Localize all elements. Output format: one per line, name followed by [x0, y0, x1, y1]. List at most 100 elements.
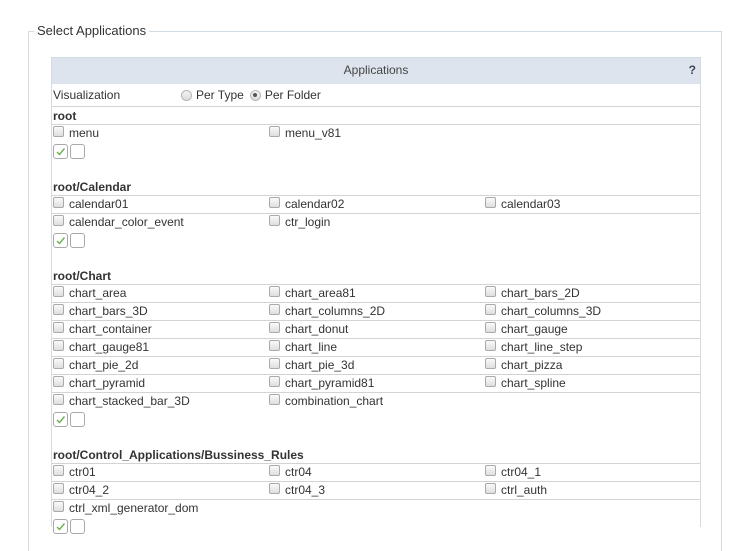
app-checkbox[interactable] — [485, 340, 496, 351]
app-item-chart-gauge[interactable]: chart_gauge — [484, 321, 700, 338]
app-item-ctr04[interactable]: ctr04 — [268, 464, 484, 481]
app-item-chart-area[interactable]: chart_area — [52, 285, 268, 302]
per-type-radio[interactable] — [181, 89, 192, 101]
group-root: root menu menu_v81 — [52, 107, 700, 160]
per-folder-radio[interactable] — [249, 89, 261, 101]
app-row: chart_bars_3D chart_columns_2D chart_colum… — [52, 303, 700, 321]
app-checkbox[interactable] — [485, 465, 496, 476]
app-item-chart-bars-3d[interactable]: chart_bars_3D — [52, 303, 268, 320]
check-all-button[interactable] — [53, 143, 68, 159]
app-item-calendar03[interactable]: calendar03 — [484, 196, 700, 213]
app-item-chart-pie-2d[interactable]: chart_pie_2d — [52, 357, 268, 374]
app-item-chart-columns-2d[interactable]: chart_columns_2D — [268, 303, 484, 320]
app-label: chart_spline — [501, 376, 566, 390]
app-checkbox[interactable] — [53, 304, 64, 315]
app-checkbox[interactable] — [269, 376, 280, 387]
app-checkbox[interactable] — [269, 304, 280, 315]
app-checkbox[interactable] — [53, 215, 64, 226]
app-checkbox[interactable] — [53, 465, 64, 476]
app-checkbox[interactable] — [53, 394, 64, 405]
group-title: root/Chart — [52, 267, 700, 285]
app-item-chart-gauge81[interactable]: chart_gauge81 — [52, 339, 268, 356]
app-item-chart-line[interactable]: chart_line — [268, 339, 484, 356]
panel-header: Applications ? — [52, 57, 700, 84]
app-checkbox[interactable] — [53, 286, 64, 297]
app-checkbox[interactable] — [485, 322, 496, 333]
app-checkbox[interactable] — [269, 340, 280, 351]
app-checkbox[interactable] — [269, 197, 280, 208]
app-checkbox[interactable] — [269, 394, 280, 405]
app-item-calendar-color-event[interactable]: calendar_color_event — [52, 214, 268, 231]
app-item-chart-container[interactable]: chart_container — [52, 321, 268, 338]
app-item-chart-line-step[interactable]: chart_line_step — [484, 339, 700, 356]
app-item-ctr-login[interactable]: ctr_login — [268, 214, 484, 231]
app-label: calendar03 — [501, 197, 561, 211]
uncheck-all-button[interactable] — [70, 518, 85, 534]
app-checkbox[interactable] — [53, 376, 64, 387]
app-checkbox[interactable] — [269, 465, 280, 476]
app-checkbox[interactable] — [485, 197, 496, 208]
app-item-menu-v81[interactable]: menu_v81 — [268, 125, 484, 142]
app-item-chart-pyramid81[interactable]: chart_pyramid81 — [268, 375, 484, 392]
app-item-ctr04-2[interactable]: ctr04_2 — [52, 482, 268, 499]
check-all-button[interactable] — [53, 232, 68, 248]
app-row: chart_pyramid chart_pyramid81 chart_spline — [52, 375, 700, 393]
uncheck-all-button[interactable] — [70, 411, 85, 427]
app-item-chart-spline[interactable]: chart_spline — [484, 375, 700, 392]
help-icon[interactable]: ? — [689, 58, 696, 83]
app-item-calendar02[interactable]: calendar02 — [268, 196, 484, 213]
app-checkbox[interactable] — [485, 304, 496, 315]
app-label: chart_pie_3d — [285, 358, 355, 372]
app-checkbox[interactable] — [485, 358, 496, 369]
app-checkbox[interactable] — [269, 286, 280, 297]
check-all-button[interactable] — [53, 518, 68, 534]
app-checkbox[interactable] — [485, 376, 496, 387]
app-item-calendar01[interactable]: calendar01 — [52, 196, 268, 213]
app-item-chart-donut[interactable]: chart_donut — [268, 321, 484, 338]
uncheck-all-button[interactable] — [70, 143, 85, 159]
app-item-ctrl-xml-generator-dom[interactable]: ctrl_xml_generator_dom — [52, 500, 268, 517]
app-checkbox[interactable] — [269, 358, 280, 369]
app-item-ctr04-1[interactable]: ctr04_1 — [484, 464, 700, 481]
app-item-combination-chart[interactable]: combination_chart — [268, 393, 484, 410]
app-checkbox[interactable] — [269, 126, 280, 137]
app-checkbox[interactable] — [53, 340, 64, 351]
app-item-chart-area81[interactable]: chart_area81 — [268, 285, 484, 302]
app-row: ctrl_xml_generator_dom — [52, 500, 700, 517]
app-item-chart-bars-2d[interactable]: chart_bars_2D — [484, 285, 700, 302]
app-item-chart-pyramid[interactable]: chart_pyramid — [52, 375, 268, 392]
app-checkbox[interactable] — [53, 501, 64, 512]
app-checkbox[interactable] — [485, 286, 496, 297]
app-item-chart-pizza[interactable]: chart_pizza — [484, 357, 700, 374]
app-item-chart-columns-3d[interactable]: chart_columns_3D — [484, 303, 700, 320]
app-checkbox[interactable] — [269, 483, 280, 494]
app-row: chart_gauge81 chart_line chart_line_step — [52, 339, 700, 357]
app-label: chart_area81 — [285, 286, 356, 300]
app-label: menu — [69, 126, 100, 140]
app-item-menu[interactable]: menu — [52, 125, 268, 142]
app-checkbox[interactable] — [269, 322, 280, 333]
fieldset-legend: Select Applications — [34, 23, 150, 38]
app-checkbox[interactable] — [485, 483, 496, 494]
visualization-row: Visualization Per Type Per Folder — [52, 84, 700, 107]
app-item-ctrl-auth[interactable]: ctrl_auth — [484, 482, 700, 499]
app-checkbox[interactable] — [53, 358, 64, 369]
app-item-chart-pie-3d[interactable]: chart_pie_3d — [268, 357, 484, 374]
app-checkbox[interactable] — [269, 215, 280, 226]
app-row: chart_area chart_area81 chart_bars_2D — [52, 285, 700, 303]
app-checkbox[interactable] — [53, 126, 64, 137]
per-type-label[interactable]: Per Type — [196, 84, 244, 106]
app-row: calendar_color_event ctr_login — [52, 214, 700, 231]
app-checkbox[interactable] — [53, 483, 64, 494]
app-checkbox[interactable] — [53, 197, 64, 208]
uncheck-all-button[interactable] — [70, 232, 85, 248]
app-item-chart-stacked-bar-3d[interactable]: chart_stacked_bar_3D — [52, 393, 268, 410]
app-checkbox[interactable] — [53, 322, 64, 333]
app-row: chart_stacked_bar_3D combination_chart — [52, 393, 700, 410]
app-item-ctr04-3[interactable]: ctr04_3 — [268, 482, 484, 499]
app-item-ctr01[interactable]: ctr01 — [52, 464, 268, 481]
group-root-calendar: root/Calendar calendar01 calendar02 calenda… — [52, 160, 700, 249]
check-all-button[interactable] — [53, 411, 68, 427]
per-folder-label[interactable]: Per Folder — [265, 84, 321, 106]
